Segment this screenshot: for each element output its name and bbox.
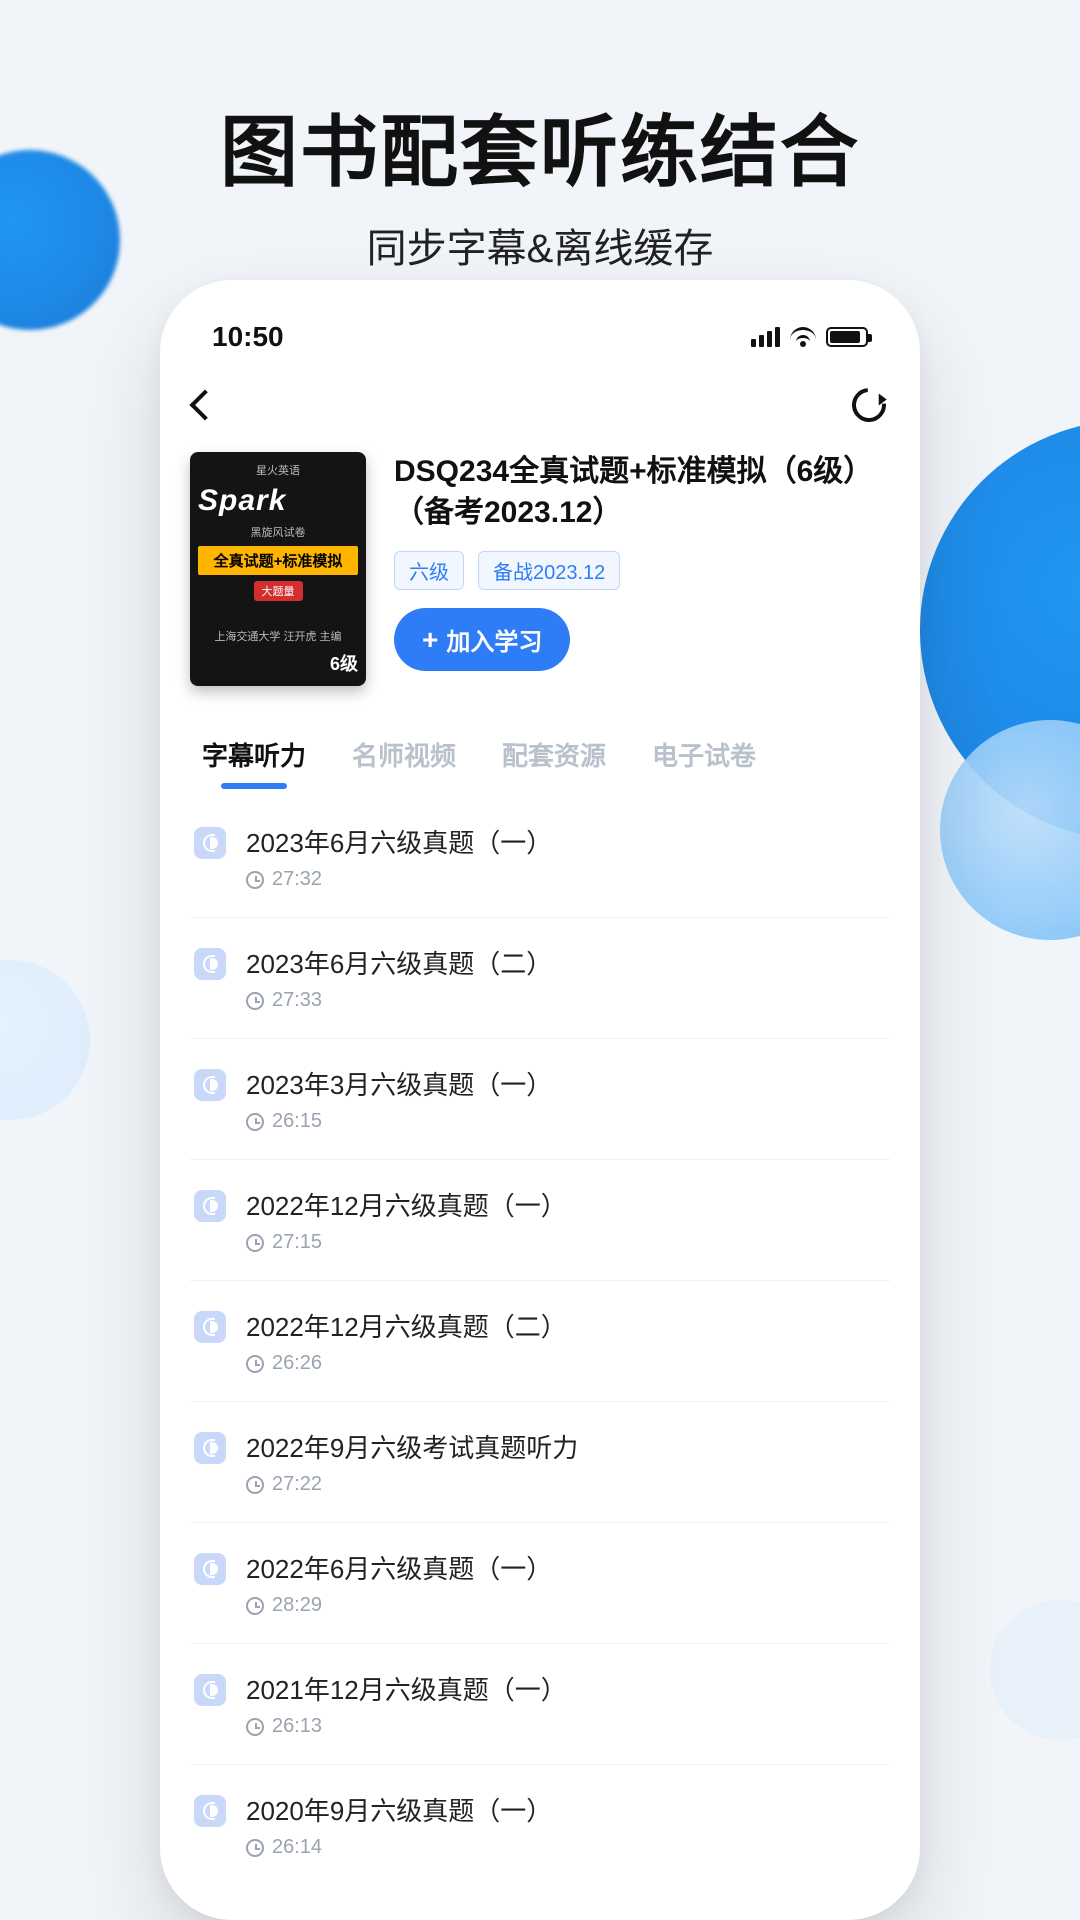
book-cover[interactable]: 星火英语 Spark 黑旋风试卷 全真试题+标准模拟 大题量 上海交通大学 汪开… bbox=[190, 452, 366, 686]
add-study-label: 加入学习 bbox=[446, 622, 542, 657]
item-title: 2022年9月六级考试真题听力 bbox=[246, 1428, 886, 1465]
audio-icon bbox=[194, 827, 226, 859]
list-item[interactable]: 2020年9月六级真题（一） 26:14 bbox=[190, 1765, 890, 1885]
item-duration: 27:32 bbox=[272, 868, 322, 891]
signal-icon bbox=[751, 327, 780, 347]
item-duration: 26:13 bbox=[272, 1715, 322, 1738]
battery-icon bbox=[826, 327, 868, 347]
audio-icon bbox=[194, 1069, 226, 1101]
clock-icon bbox=[246, 1476, 264, 1494]
audio-icon bbox=[194, 1674, 226, 1706]
book-tag[interactable]: 备战2023.12 bbox=[478, 551, 620, 590]
audio-icon bbox=[194, 1795, 226, 1827]
list-item[interactable]: 2022年6月六级真题（一） 28:29 bbox=[190, 1523, 890, 1644]
back-icon[interactable] bbox=[189, 389, 220, 420]
list-item[interactable]: 2022年9月六级考试真题听力 27:22 bbox=[190, 1402, 890, 1523]
audio-icon bbox=[194, 1311, 226, 1343]
list-item[interactable]: 2023年6月六级真题（一） 27:32 bbox=[190, 797, 890, 918]
clock-icon bbox=[246, 1718, 264, 1736]
plus-icon: + bbox=[422, 626, 438, 654]
clock-icon bbox=[246, 871, 264, 889]
clock-icon bbox=[246, 1597, 264, 1615]
item-duration: 27:15 bbox=[272, 1231, 322, 1254]
item-duration: 26:26 bbox=[272, 1352, 322, 1375]
list-item[interactable]: 2021年12月六级真题（一） 26:13 bbox=[190, 1644, 890, 1765]
item-duration: 26:14 bbox=[272, 1836, 322, 1859]
bg-circle bbox=[0, 960, 90, 1120]
clock-icon bbox=[246, 992, 264, 1010]
hero-subtitle: 同步字幕&离线缓存 bbox=[0, 216, 1080, 274]
clock-icon bbox=[246, 1839, 264, 1857]
book-tag[interactable]: 六级 bbox=[394, 551, 464, 590]
tab-teacher-video[interactable]: 名师视频 bbox=[352, 736, 456, 789]
item-title: 2023年3月六级真题（一） bbox=[246, 1065, 886, 1102]
add-study-button[interactable]: + 加入学习 bbox=[394, 608, 570, 671]
book-tags: 六级 备战2023.12 bbox=[394, 551, 890, 590]
status-bar: 10:50 bbox=[190, 314, 890, 360]
cover-press: 上海交通大学 汪开虎 主编 bbox=[198, 628, 358, 644]
clock-icon bbox=[246, 1234, 264, 1252]
book-header: 星火英语 Spark 黑旋风试卷 全真试题+标准模拟 大题量 上海交通大学 汪开… bbox=[190, 452, 890, 686]
tab-subtitles-listening[interactable]: 字幕听力 bbox=[202, 736, 306, 789]
list-item[interactable]: 2022年12月六级真题（二） 26:26 bbox=[190, 1281, 890, 1402]
audio-icon bbox=[194, 1432, 226, 1464]
item-title: 2022年6月六级真题（一） bbox=[246, 1549, 886, 1586]
item-title: 2023年6月六级真题（二） bbox=[246, 944, 886, 981]
list-item[interactable]: 2022年12月六级真题（一） 27:15 bbox=[190, 1160, 890, 1281]
hero: 图书配套听练结合 同步字幕&离线缓存 bbox=[0, 90, 1080, 274]
cover-grade: 6级 bbox=[330, 650, 358, 676]
status-time: 10:50 bbox=[212, 321, 284, 353]
nav-bar bbox=[190, 388, 890, 422]
cover-brand: Spark bbox=[198, 484, 358, 518]
item-title: 2023年6月六级真题（一） bbox=[246, 823, 886, 860]
item-duration: 26:15 bbox=[272, 1110, 322, 1133]
tab-epaper[interactable]: 电子试卷 bbox=[652, 736, 756, 789]
cover-tag: 大题量 bbox=[254, 581, 303, 601]
item-title: 2022年12月六级真题（一） bbox=[246, 1186, 886, 1223]
audio-icon bbox=[194, 948, 226, 980]
cover-line1: 黑旋风试卷 bbox=[198, 524, 358, 540]
audio-icon bbox=[194, 1190, 226, 1222]
cover-subbrand: 星火英语 bbox=[198, 462, 358, 478]
bg-circle bbox=[990, 1600, 1080, 1740]
item-duration: 27:22 bbox=[272, 1473, 322, 1496]
list-item[interactable]: 2023年3月六级真题（一） 26:15 bbox=[190, 1039, 890, 1160]
phone-mock: 10:50 星火英语 Spark 黑旋风试卷 全真试题+标准模拟 大题量 上海交… bbox=[160, 280, 920, 1920]
item-title: 2020年9月六级真题（一） bbox=[246, 1791, 886, 1828]
wifi-icon bbox=[790, 327, 816, 347]
clock-icon bbox=[246, 1113, 264, 1131]
item-duration: 27:33 bbox=[272, 989, 322, 1012]
list-item[interactable]: 2023年6月六级真题（二） 27:33 bbox=[190, 918, 890, 1039]
item-duration: 28:29 bbox=[272, 1594, 322, 1617]
clock-icon bbox=[246, 1355, 264, 1373]
cover-line2: 全真试题+标准模拟 bbox=[198, 546, 358, 575]
tab-resources[interactable]: 配套资源 bbox=[502, 736, 606, 789]
audio-list: 2023年6月六级真题（一）27:322023年6月六级真题（二）27:3320… bbox=[190, 797, 890, 1885]
hero-title: 图书配套听练结合 bbox=[0, 90, 1080, 202]
audio-icon bbox=[194, 1553, 226, 1585]
refresh-icon[interactable] bbox=[845, 381, 893, 429]
item-title: 2021年12月六级真题（一） bbox=[246, 1670, 886, 1707]
item-title: 2022年12月六级真题（二） bbox=[246, 1307, 886, 1344]
tabs: 字幕听力 名师视频 配套资源 电子试卷 bbox=[190, 736, 890, 789]
book-title: DSQ234全真试题+标准模拟（6级）（备考2023.12） bbox=[394, 452, 890, 533]
